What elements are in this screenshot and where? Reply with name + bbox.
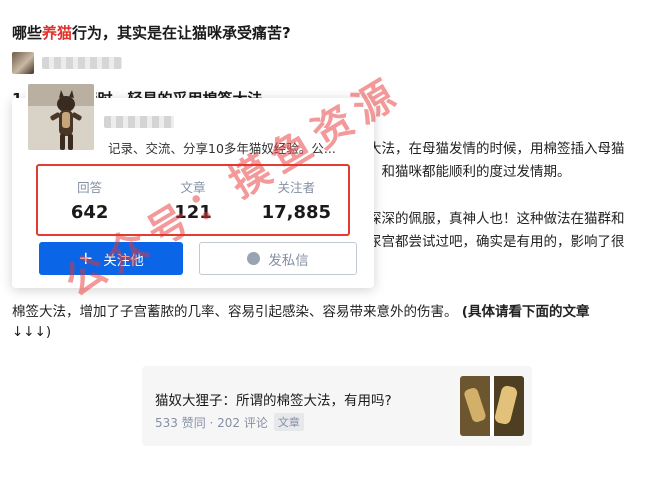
cat-photo-icon xyxy=(28,84,94,150)
stat-label: 回答 xyxy=(77,180,103,195)
paragraph-tail-text: 棉签大法，增加了子宫蓄脓的几率、容易引起感染、容易带来意外的伤害。 xyxy=(12,304,458,320)
message-label: 发私信 xyxy=(268,252,309,269)
message-button[interactable]: 发私信 xyxy=(199,242,357,275)
linked-article-thumbnail[interactable] xyxy=(460,376,524,436)
title-suffix: 行为，其实是在让猫咪承受痛苦? xyxy=(72,24,291,42)
article-title: 哪些养猫行为，其实是在让猫咪承受痛苦? xyxy=(12,22,291,43)
author-row xyxy=(12,52,122,74)
linked-article-tag: 文章 xyxy=(273,413,304,431)
title-highlight-link[interactable]: 养猫 xyxy=(42,24,72,42)
paragraph-arrows: ↓↓↓) xyxy=(12,324,52,340)
card-avatar[interactable] xyxy=(26,82,96,152)
linked-article-title[interactable]: 猫奴大狸子：所谓的棉签大法，有用吗? xyxy=(155,389,392,409)
paragraph-line-1: 大法，在母猫发情的时候，用棉签插入母猫 xyxy=(368,141,625,157)
stat-value: 17,885 xyxy=(261,202,332,223)
paragraph-line-4: 尿宫都尝试过吧，确实是有用的，影响了很 xyxy=(368,234,625,250)
linked-article-meta: 533 赞同 · 202 评论 文章 xyxy=(155,413,304,431)
paragraph-tail-bold: (具体请看下面的文章 xyxy=(461,304,590,320)
message-icon xyxy=(247,252,261,265)
paragraph-line-2: 、和猫咪都能顺利的度过发情期。 xyxy=(368,164,571,180)
author-name-blurred[interactable] xyxy=(42,57,122,69)
title-prefix: 哪些 xyxy=(12,24,43,42)
author-avatar[interactable] xyxy=(12,52,34,74)
linked-article-stats: 533 赞同 · 202 评论 xyxy=(155,415,268,430)
paragraph-tail: 棉签大法，增加了子宫蓄脓的几率、容易引起感染、容易带来意外的伤害。 (具体请看下… xyxy=(12,300,589,320)
linked-article-card[interactable]: 猫奴大狸子：所谓的棉签大法，有用吗? 533 赞同 · 202 评论 文章 xyxy=(142,366,532,446)
card-name-blurred[interactable] xyxy=(104,116,174,128)
paragraph-line-3: 深深的佩服，真神人也！这种做法在猫群和 xyxy=(368,211,625,227)
